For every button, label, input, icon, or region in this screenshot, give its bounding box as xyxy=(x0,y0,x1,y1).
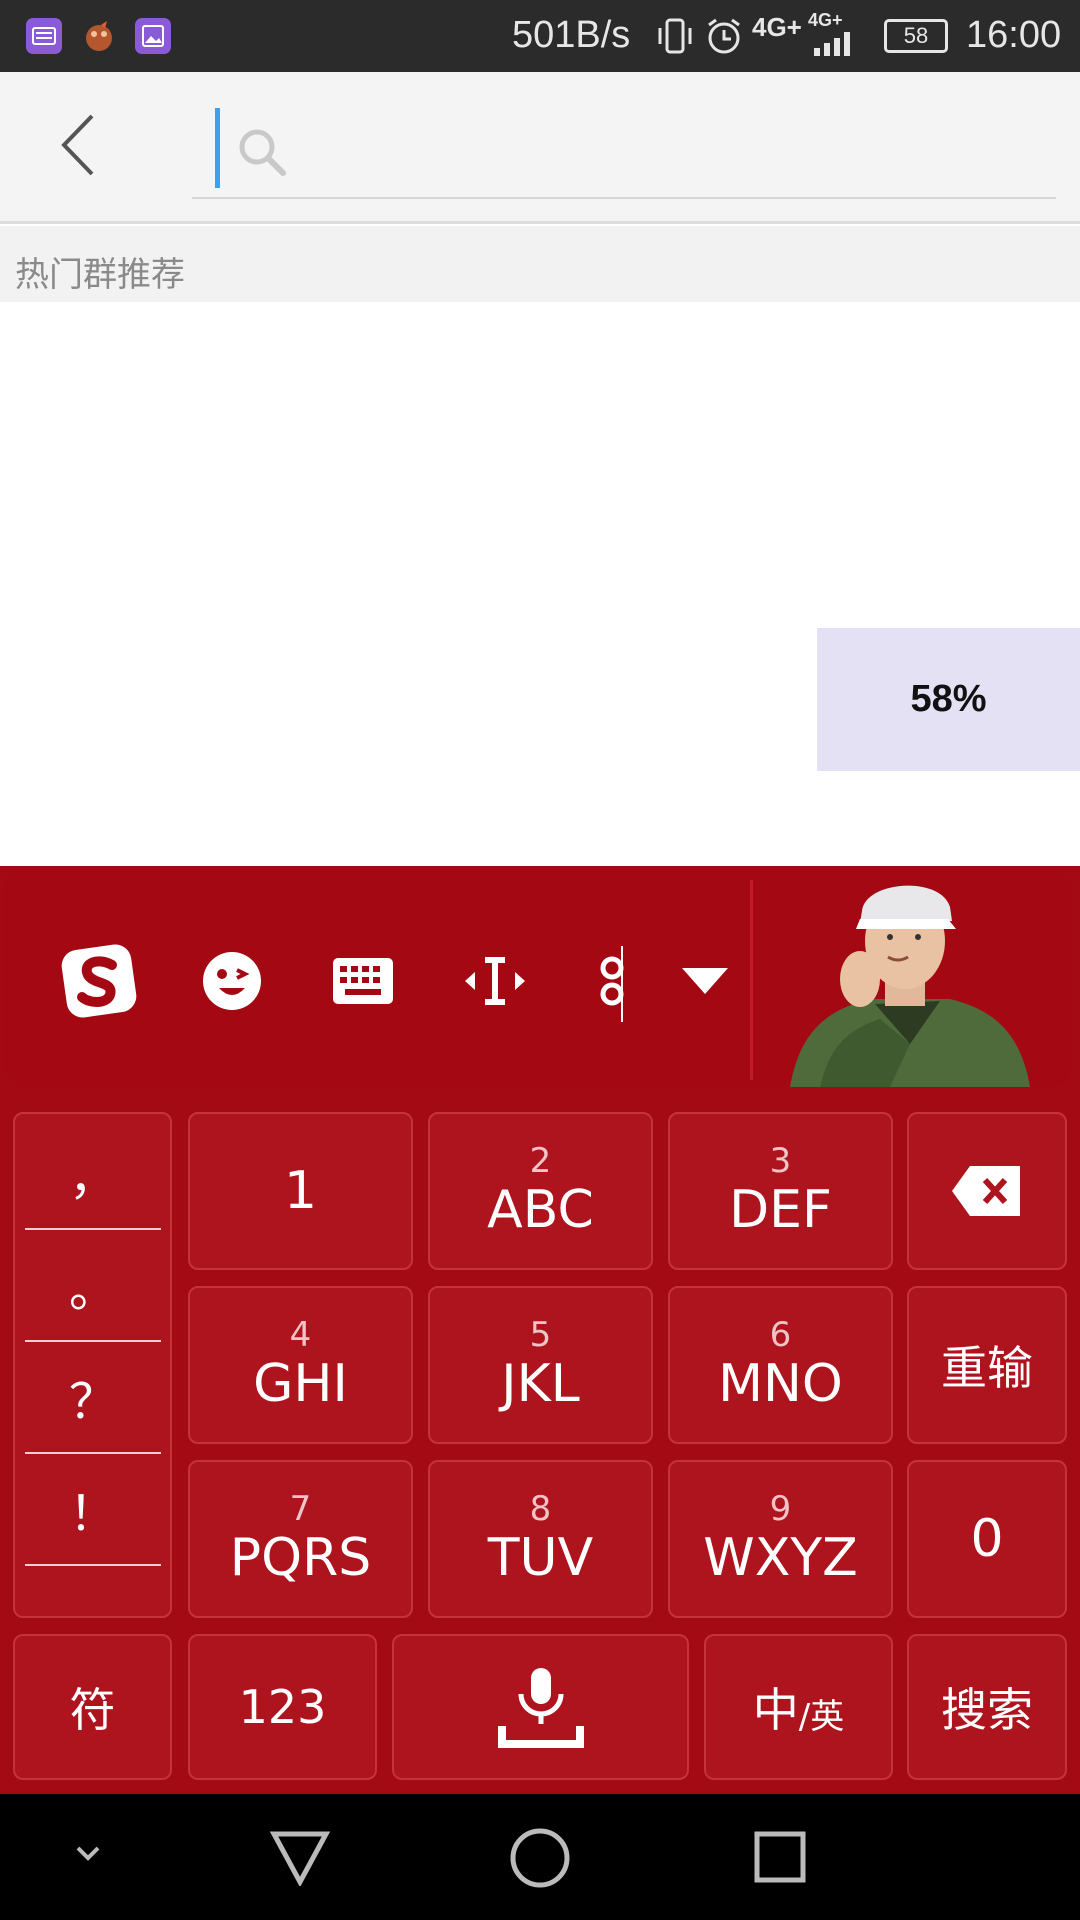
back-triangle-icon[interactable] xyxy=(269,1830,331,1891)
toolbar-divider xyxy=(750,880,753,1080)
key-0[interactable]: 0 xyxy=(907,1460,1067,1618)
collapse-chevron-icon[interactable] xyxy=(72,1842,104,1871)
punct-period-key[interactable]: 。 xyxy=(25,1230,161,1342)
text-cursor xyxy=(215,108,220,188)
key-label: 0 xyxy=(970,1509,1004,1569)
symbols-key[interactable]: 符 xyxy=(13,1634,172,1780)
key-number: 6 xyxy=(769,1315,792,1355)
search-underline xyxy=(192,197,1056,199)
punct-exclaim-key[interactable]: ！ xyxy=(25,1454,161,1566)
battery-popup: 58% xyxy=(817,628,1080,771)
key-8-tuv[interactable]: 8 TUV xyxy=(428,1460,653,1618)
signal-label-2: 4G+ xyxy=(808,10,843,30)
key-label: GHI xyxy=(253,1354,348,1414)
punct-comma-key[interactable]: ， xyxy=(25,1118,161,1230)
signal-label: 4G+ xyxy=(752,12,802,42)
recents-square-icon[interactable] xyxy=(754,1831,806,1888)
vibrate-icon xyxy=(655,16,695,61)
punct-question-key[interactable]: ？ xyxy=(25,1342,161,1454)
backspace-icon xyxy=(952,1166,1020,1216)
key-number: 4 xyxy=(289,1315,312,1355)
key-label: PQRS xyxy=(229,1528,372,1588)
key-label: 重输 xyxy=(941,1341,1033,1395)
key-number: 8 xyxy=(529,1489,552,1529)
key-label: 符 xyxy=(69,1683,116,1737)
search-icon xyxy=(236,126,288,183)
alarm-icon xyxy=(704,16,744,61)
numbers-key[interactable]: 123 xyxy=(188,1634,377,1780)
key-number: 2 xyxy=(529,1141,552,1181)
emoji-icon[interactable] xyxy=(187,936,277,1026)
key-label: MNO xyxy=(718,1354,843,1414)
keyboard-app-icon xyxy=(26,18,62,54)
keyboard-icon[interactable] xyxy=(318,936,408,1026)
key-label: JKL xyxy=(501,1354,580,1414)
microphone-icon xyxy=(497,1668,584,1748)
skin-portrait xyxy=(760,869,1073,1087)
key-number: 9 xyxy=(769,1489,792,1529)
battery-icon: 58 xyxy=(884,19,948,53)
clipboard-icon[interactable] xyxy=(570,936,630,1026)
key-label: ABC xyxy=(487,1180,594,1240)
key-4-ghi[interactable]: 4 GHI xyxy=(188,1286,413,1444)
net-speed: 501B/s xyxy=(512,14,631,56)
key-label: 搜索 xyxy=(941,1683,1033,1737)
back-icon[interactable] xyxy=(58,110,98,180)
reinput-key[interactable]: 重输 xyxy=(907,1286,1067,1444)
key-label: 123 xyxy=(238,1680,327,1734)
key-9-wxyz[interactable]: 9 WXYZ xyxy=(668,1460,893,1618)
key-1[interactable]: 1 xyxy=(188,1112,413,1270)
section-title: 热门群推荐 xyxy=(15,255,185,295)
key-number: 5 xyxy=(529,1315,552,1355)
key-number: 7 xyxy=(289,1489,312,1529)
key-7-pqrs[interactable]: 7 PQRS xyxy=(188,1460,413,1618)
gallery-app-icon xyxy=(135,18,171,54)
cell-signal-icon xyxy=(812,30,858,61)
key-3-def[interactable]: 3 DEF xyxy=(668,1112,893,1270)
key-number: 3 xyxy=(769,1141,792,1181)
sogou-logo-icon[interactable] xyxy=(55,936,145,1026)
lang-main-label: 中 xyxy=(752,1683,799,1737)
language-toggle-key[interactable]: 中 /英 xyxy=(704,1634,893,1780)
home-circle-icon[interactable] xyxy=(509,1827,571,1894)
search-key[interactable]: 搜索 xyxy=(907,1634,1067,1780)
key-label: 1 xyxy=(283,1161,318,1221)
game-app-icon xyxy=(81,18,117,54)
clock: 16:00 xyxy=(966,14,1062,56)
cursor-move-icon[interactable] xyxy=(450,936,540,1026)
lang-sub-label: /英 xyxy=(798,1696,845,1737)
key-label: WXYZ xyxy=(703,1528,858,1588)
voice-space-key[interactable] xyxy=(392,1634,689,1780)
key-label: DEF xyxy=(729,1180,832,1240)
search-input[interactable] xyxy=(290,110,1030,190)
key-5-jkl[interactable]: 5 JKL xyxy=(428,1286,653,1444)
key-2-abc[interactable]: 2 ABC xyxy=(428,1112,653,1270)
key-6-mno[interactable]: 6 MNO xyxy=(668,1286,893,1444)
key-label: TUV xyxy=(487,1528,594,1588)
collapse-icon[interactable] xyxy=(660,936,750,1026)
backspace-key[interactable] xyxy=(907,1112,1067,1270)
